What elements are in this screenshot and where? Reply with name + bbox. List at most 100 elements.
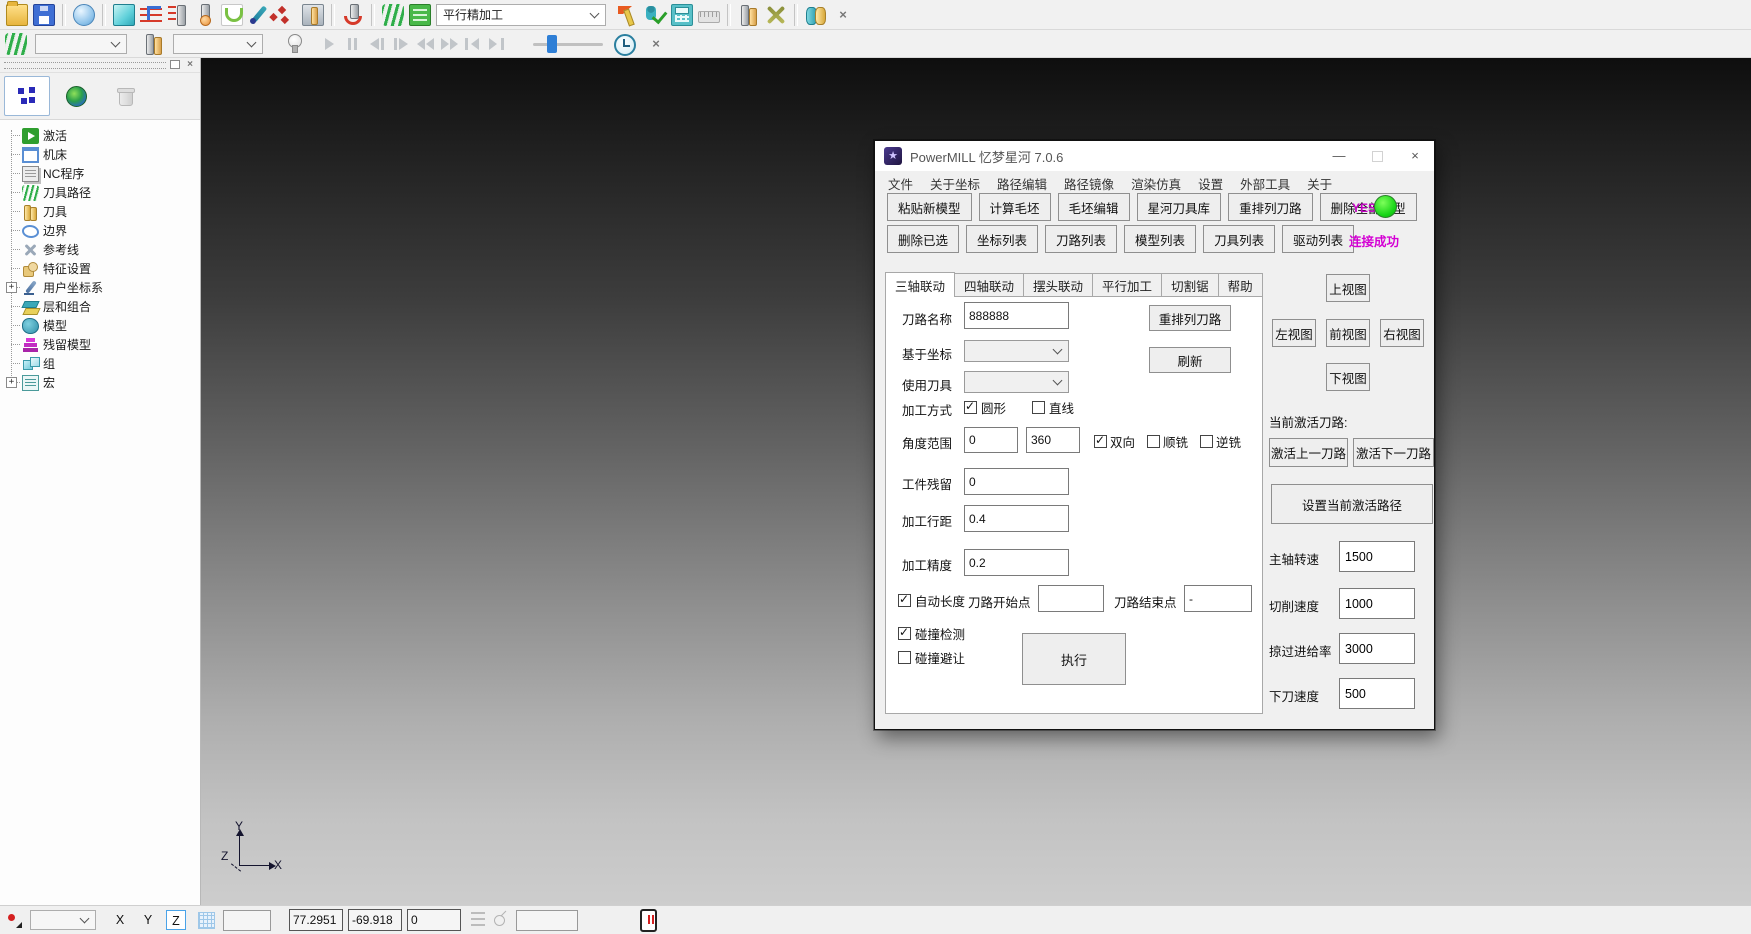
strategy-list-icon[interactable] xyxy=(409,4,431,26)
tree-item[interactable]: 残留模型 xyxy=(0,335,200,354)
cutting-speed-input[interactable] xyxy=(1339,588,1415,619)
dialog-tab[interactable]: 摆头联动 xyxy=(1023,273,1093,297)
view-right-button[interactable]: 右视图 xyxy=(1380,319,1424,347)
menu-item[interactable]: 外部工具 xyxy=(1240,174,1290,193)
menu-item[interactable]: 设置 xyxy=(1198,174,1223,193)
transform-icon[interactable] xyxy=(765,4,787,26)
stepover-input[interactable] xyxy=(964,505,1069,532)
dialog-tab[interactable]: 四轴联动 xyxy=(954,273,1024,297)
tree-item[interactable]: 刀具路径 xyxy=(0,183,200,202)
axis-y-button[interactable]: Y xyxy=(138,913,158,927)
verify-icon[interactable] xyxy=(644,4,666,26)
dialog-tab[interactable]: 平行加工 xyxy=(1092,273,1162,297)
play-icon[interactable] xyxy=(319,35,339,53)
action-button[interactable]: 重排列刀路 xyxy=(1228,193,1313,221)
activate-prev-toolpath-button[interactable]: 激活上一刀路 xyxy=(1269,438,1348,467)
stock-remain-input[interactable] xyxy=(964,468,1069,495)
collision-check-option[interactable]: 碰撞检测 xyxy=(898,624,965,643)
grid-snap-icon[interactable] xyxy=(198,912,215,929)
menu-item[interactable]: 关于 xyxy=(1307,174,1332,193)
nc-program-icon[interactable] xyxy=(167,4,189,26)
explorer-grip[interactable]: × xyxy=(0,58,200,73)
checkbox[interactable] xyxy=(964,401,977,414)
clock-icon[interactable] xyxy=(613,33,635,55)
strategy-dropdown[interactable]: 平行精加工 xyxy=(436,4,606,26)
tree-item[interactable]: 层和组合 xyxy=(0,297,200,316)
expander-icon[interactable] xyxy=(6,282,17,293)
rearrange-toolpath-button[interactable]: 重排列刀路 xyxy=(1149,305,1231,331)
tree-item[interactable]: 特征设置 xyxy=(0,259,200,278)
slider-handle[interactable] xyxy=(547,35,557,53)
explorer-tab-tree[interactable] xyxy=(4,76,50,116)
checkbox[interactable] xyxy=(898,627,911,640)
points-icon[interactable] xyxy=(275,4,297,26)
ruler-icon[interactable] xyxy=(698,11,720,23)
collision-avoid-option[interactable]: 碰撞避让 xyxy=(898,648,965,667)
action-button[interactable]: 毛坯编辑 xyxy=(1058,193,1130,221)
sim-tool-dropdown[interactable] xyxy=(173,34,263,54)
tool-icon[interactable] xyxy=(194,4,216,26)
skim-feed-input[interactable] xyxy=(1339,633,1415,664)
collision-check-icon[interactable] xyxy=(342,4,364,26)
close-toolbar-icon[interactable]: × xyxy=(647,33,665,55)
base-coord-dropdown[interactable] xyxy=(964,340,1069,362)
menu-item[interactable]: 路径镜像 xyxy=(1064,174,1114,193)
action-button[interactable]: 星河刀具库 xyxy=(1137,193,1222,221)
dialog-tab[interactable]: 切割锯 xyxy=(1161,273,1219,297)
lightbulb-icon[interactable] xyxy=(283,33,305,55)
checkbox[interactable] xyxy=(1200,435,1213,448)
minimize-button[interactable]: — xyxy=(1320,141,1358,171)
spindle-speed-input[interactable] xyxy=(1339,541,1415,572)
coordinate-z-input[interactable] xyxy=(407,909,461,931)
coordinate-x-input[interactable] xyxy=(289,909,343,931)
fast-forward-icon[interactable] xyxy=(439,35,459,53)
action-button[interactable]: 坐标列表 xyxy=(966,225,1038,253)
go-to-start-icon[interactable] xyxy=(463,35,483,53)
tree-item[interactable]: NC程序 xyxy=(0,164,200,183)
simulation-icon[interactable] xyxy=(805,4,827,26)
axis-x-button[interactable]: X xyxy=(110,913,130,927)
tree-item[interactable]: 组 xyxy=(0,354,200,373)
maximize-button[interactable] xyxy=(1358,141,1396,171)
tree-item[interactable]: 宏 xyxy=(0,373,200,392)
close-button[interactable]: × xyxy=(1396,141,1434,171)
start-point-input[interactable] xyxy=(1038,585,1104,612)
view-bottom-button[interactable]: 下视图 xyxy=(1326,363,1370,391)
menu-item[interactable]: 关于坐标 xyxy=(930,174,980,193)
calculator-icon[interactable] xyxy=(671,4,693,26)
action-button[interactable]: 刀具列表 xyxy=(1203,225,1275,253)
step-back-icon[interactable] xyxy=(367,35,387,53)
block-icon[interactable] xyxy=(113,4,135,26)
plunge-speed-input[interactable] xyxy=(1339,678,1415,709)
tree-item[interactable]: 边界 xyxy=(0,221,200,240)
view-front-button[interactable]: 前视图 xyxy=(1326,319,1370,347)
record-icon[interactable] xyxy=(6,912,22,928)
menu-item[interactable]: 文件 xyxy=(888,174,913,193)
menu-item[interactable]: 路径编辑 xyxy=(997,174,1047,193)
action-button[interactable]: 粘贴新模型 xyxy=(887,193,972,221)
graphics-viewport[interactable]: Y X Z ★ PowerMILL 忆梦星河 7.0.6 — × 文件关于坐标路… xyxy=(201,58,1751,905)
batch-process-icon[interactable] xyxy=(617,4,639,26)
angle-from-input[interactable] xyxy=(964,427,1018,453)
activate-next-toolpath-button[interactable]: 激活下一刀路 xyxy=(1353,438,1434,467)
tool-holder-icon[interactable] xyxy=(738,4,760,26)
dialog-titlebar[interactable]: ★ PowerMILL 忆梦星河 7.0.6 — × xyxy=(875,141,1434,171)
tree-item[interactable]: 激活 xyxy=(0,126,200,145)
tree-item[interactable]: 机床 xyxy=(0,145,200,164)
toolpath-icon[interactable] xyxy=(382,4,404,26)
toolpath-name-input[interactable] xyxy=(964,302,1069,329)
device-pause-icon[interactable] xyxy=(640,909,657,932)
action-button[interactable]: 刀路列表 xyxy=(1045,225,1117,253)
axis-z-button[interactable]: Z xyxy=(166,910,186,930)
pattern-icon[interactable] xyxy=(248,4,270,26)
checkbox[interactable] xyxy=(1147,435,1160,448)
tree-item[interactable]: 模型 xyxy=(0,316,200,335)
tree-item[interactable]: 刀具 xyxy=(0,202,200,221)
action-button[interactable]: 驱动列表 xyxy=(1282,225,1354,253)
explorer-tab-web[interactable] xyxy=(53,76,99,116)
dialog-tab[interactable]: 帮助 xyxy=(1218,273,1263,297)
auto-length-option[interactable]: 自动长度 xyxy=(898,591,965,610)
tree-item[interactable]: 参考线 xyxy=(0,240,200,259)
blank-icon[interactable] xyxy=(73,4,95,26)
boundary-icon[interactable] xyxy=(221,4,243,26)
